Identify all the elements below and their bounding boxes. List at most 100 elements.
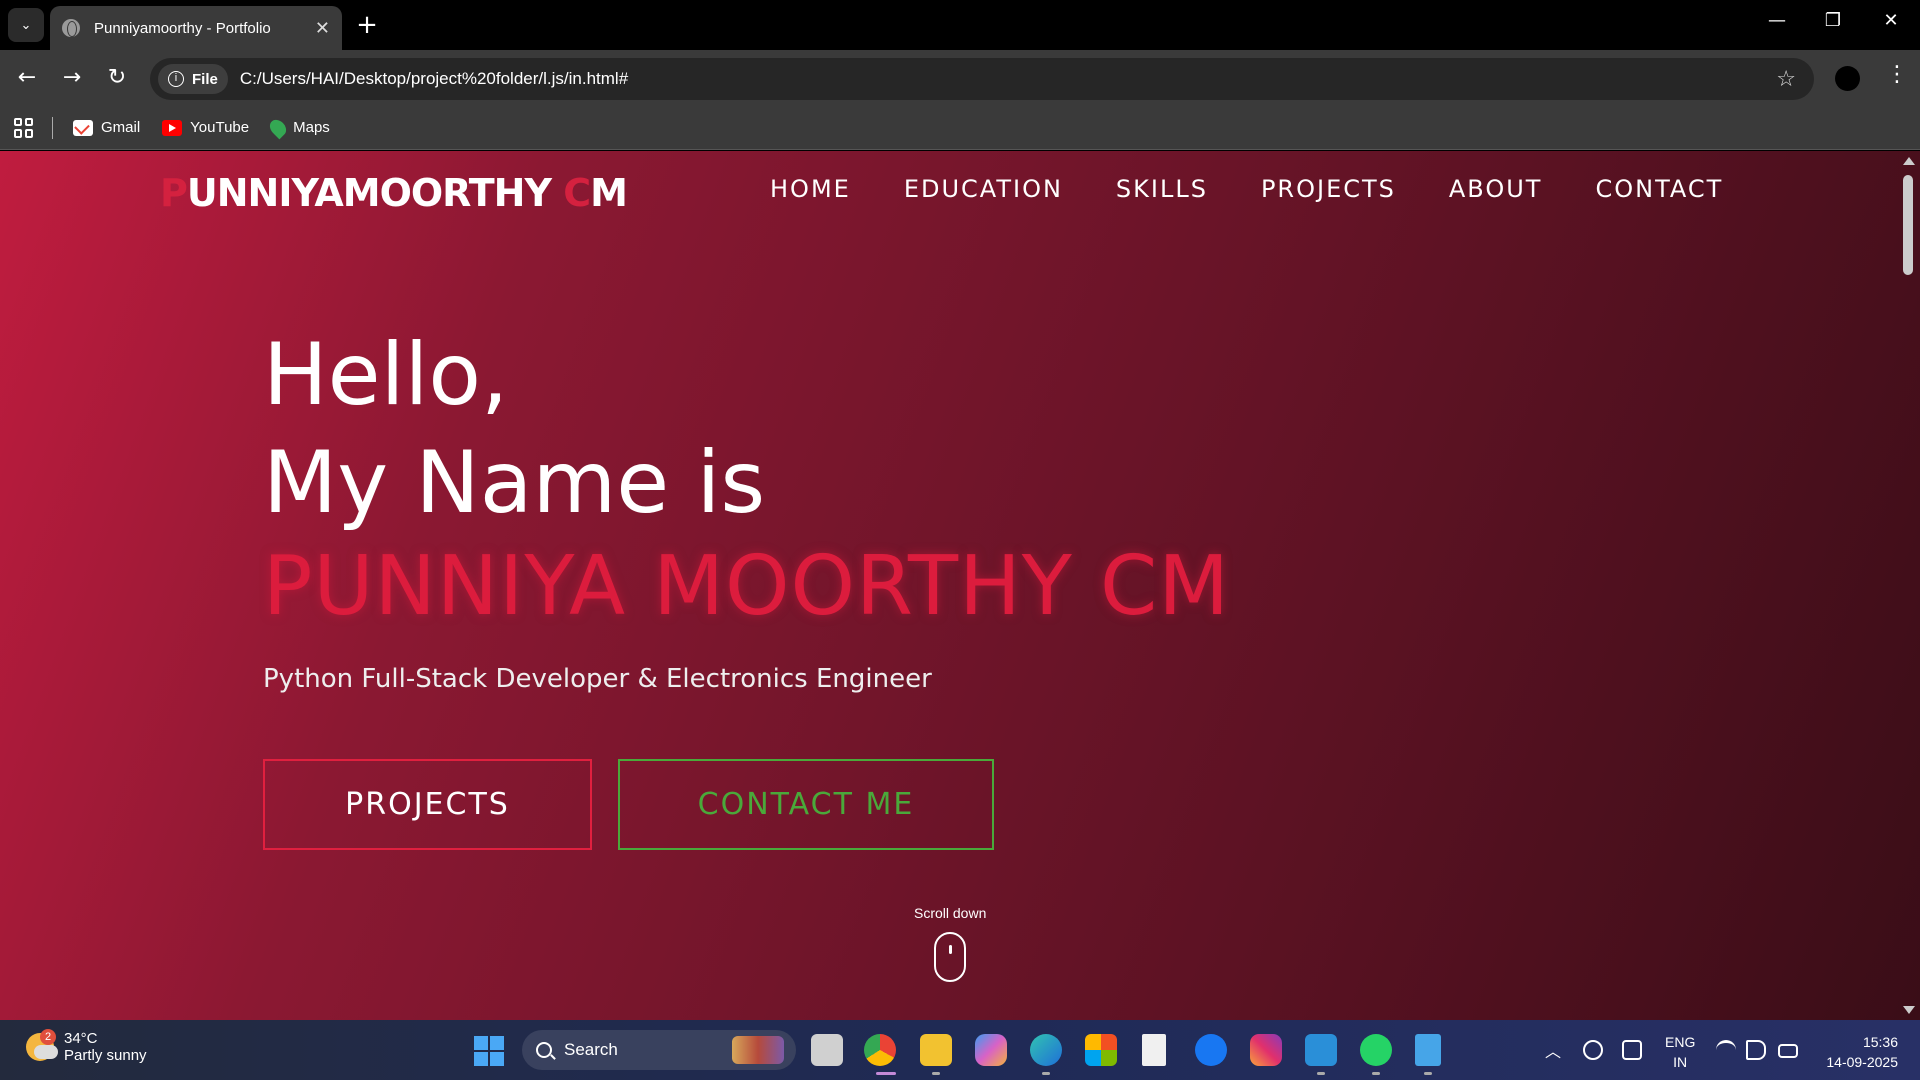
scroll-up-arrow-icon[interactable] <box>1903 157 1915 165</box>
youtube-icon <box>162 119 183 136</box>
battery-icon[interactable] <box>1778 1044 1798 1058</box>
contact-me-button[interactable]: CONTACT ME <box>618 759 994 850</box>
hero-greeting: Hello, My Name is <box>263 321 765 537</box>
bookmark-gmail[interactable]: Gmail <box>73 119 140 136</box>
show-hidden-icons-chevron-icon[interactable]: ︿ <box>1545 1038 1561 1062</box>
hero-line-name-is: My Name is <box>263 433 766 533</box>
scrollbar-thumb[interactable] <box>1903 175 1913 275</box>
projects-button[interactable]: PROJECTS <box>263 759 592 850</box>
nav-projects[interactable]: PROJECTS <box>1261 175 1396 203</box>
task-view-icon[interactable] <box>811 1034 843 1066</box>
bookmark-youtube[interactable]: YouTube <box>162 119 249 136</box>
bookmarks-bar: Gmail YouTube Maps <box>0 106 1920 150</box>
page-viewport: PUNNIYAMOORTHY CM HOME EDUCATION SKILLS … <box>0 151 1920 1020</box>
scroll-down-label: Scroll down <box>914 905 987 921</box>
facebook-icon[interactable] <box>1195 1034 1227 1066</box>
wifi-icon[interactable] <box>1716 1040 1736 1060</box>
touch-keyboard-icon[interactable] <box>1622 1040 1642 1060</box>
active-app-indicator <box>876 1072 896 1075</box>
partly-sunny-icon: 2 <box>26 1029 58 1061</box>
profile-avatar[interactable] <box>1835 66 1860 91</box>
language-indicator[interactable]: ENG IN <box>1665 1032 1695 1072</box>
site-info-chip[interactable]: i File <box>158 64 228 94</box>
close-window-icon[interactable]: ✕ <box>1876 10 1906 31</box>
bookmark-star-icon[interactable]: ☆ <box>1776 67 1796 92</box>
search-highlight-icon <box>732 1036 784 1064</box>
nav-education[interactable]: EDUCATION <box>904 175 1063 203</box>
nav-about[interactable]: ABOUT <box>1449 175 1543 203</box>
restore-icon[interactable]: ❐ <box>1818 10 1848 31</box>
nav-home[interactable]: HOME <box>770 175 851 203</box>
more-menu-icon[interactable]: ⋮ <box>1886 62 1908 87</box>
mouse-scroll-icon[interactable] <box>934 932 966 982</box>
info-icon: i <box>168 71 184 87</box>
browser-tab-bar: ⌄ Punniyamoorthy - Portfolio ✕ + — ❐ ✕ <box>0 0 1920 50</box>
nav-skills[interactable]: SKILLS <box>1116 175 1208 203</box>
windows-taskbar: 2 34°C Partly sunny Search ︿ ENG IN 15:3… <box>0 1020 1920 1080</box>
logo-text: UNNIYAMOORTHY <box>186 171 564 215</box>
tab-search-chevron-icon[interactable]: ⌄ <box>8 8 44 42</box>
page-scrollbar[interactable] <box>1896 151 1920 1020</box>
file-document-icon[interactable] <box>1142 1034 1166 1066</box>
logo-initial: P <box>160 171 188 215</box>
apps-grid-icon[interactable] <box>14 117 34 138</box>
whatsapp-icon[interactable] <box>1360 1034 1392 1066</box>
logo-initial: C <box>563 171 591 215</box>
gmail-icon <box>73 119 93 136</box>
app-indicator <box>1372 1072 1380 1075</box>
main-nav: HOME EDUCATION SKILLS PROJECTS ABOUT CON… <box>770 175 1776 203</box>
weather-temp: 34°C <box>64 1030 98 1047</box>
site-info-label: File <box>192 70 218 88</box>
address-bar[interactable]: i File C:/Users/HAI/Desktop/project%20fo… <box>150 58 1814 100</box>
taskbar-search[interactable]: Search <box>522 1030 796 1070</box>
weather-widget[interactable]: 2 34°C Partly sunny <box>26 1029 147 1064</box>
volume-icon[interactable] <box>1746 1040 1766 1060</box>
system-clock[interactable]: 15:36 14-09-2025 <box>1818 1032 1898 1072</box>
vscode-icon[interactable] <box>1305 1034 1337 1066</box>
clock-time: 15:36 <box>1862 1034 1898 1050</box>
app-indicator <box>1424 1072 1432 1075</box>
minimize-icon[interactable]: — <box>1762 10 1792 31</box>
copilot-icon[interactable] <box>975 1034 1007 1066</box>
tab-close-icon[interactable]: ✕ <box>315 18 330 39</box>
bookmark-label: Maps <box>293 119 330 136</box>
scroll-down-arrow-icon[interactable] <box>1903 1006 1915 1014</box>
hero-subtitle: Python Full-Stack Developer & Electronic… <box>263 664 932 694</box>
clock-date: 14-09-2025 <box>1826 1054 1898 1070</box>
notification-badge: 2 <box>40 1029 56 1045</box>
search-label: Search <box>564 1040 618 1059</box>
browser-toolbar: ← → ↻ i File C:/Users/HAI/Desktop/projec… <box>0 50 1920 106</box>
search-icon <box>536 1042 552 1058</box>
edge-icon[interactable] <box>1030 1034 1062 1066</box>
url-text[interactable]: C:/Users/HAI/Desktop/project%20folder/l.… <box>240 69 1776 89</box>
app-indicator <box>932 1072 940 1075</box>
back-arrow-icon[interactable]: ← <box>12 64 42 94</box>
weather-desc: Partly sunny <box>64 1047 147 1064</box>
browser-tab-active[interactable]: Punniyamoorthy - Portfolio ✕ <box>50 6 342 50</box>
notepad-icon[interactable] <box>1415 1034 1441 1066</box>
tab-title: Punniyamoorthy - Portfolio <box>94 19 271 37</box>
hero-line-hello: Hello, <box>263 325 509 425</box>
sync-icon[interactable] <box>1583 1040 1603 1060</box>
forward-arrow-icon[interactable]: → <box>57 64 87 94</box>
windows-start-icon[interactable] <box>474 1036 504 1066</box>
nav-contact[interactable]: CONTACT <box>1595 175 1723 203</box>
bookmark-maps[interactable]: Maps <box>266 116 330 139</box>
bookmarks-divider <box>52 116 53 139</box>
file-explorer-icon[interactable] <box>920 1034 952 1066</box>
reload-icon[interactable]: ↻ <box>102 64 132 94</box>
app-indicator <box>1042 1072 1050 1075</box>
lang-region: IN <box>1673 1054 1688 1070</box>
microsoft-store-icon[interactable] <box>1085 1034 1117 1066</box>
logo-text-end: M <box>590 171 628 215</box>
maps-pin-icon <box>266 116 290 139</box>
chrome-icon[interactable] <box>864 1034 896 1066</box>
app-indicator <box>1317 1072 1325 1075</box>
instagram-icon[interactable] <box>1250 1034 1282 1066</box>
site-logo[interactable]: PUNNIYAMOORTHY CM <box>160 171 628 215</box>
lang-code: ENG <box>1665 1034 1696 1050</box>
new-tab-button[interactable]: + <box>352 10 382 40</box>
globe-icon <box>62 19 80 37</box>
bookmark-label: YouTube <box>190 119 250 136</box>
hero-name: PUNNIYA MOORTHY CM <box>263 539 1230 634</box>
